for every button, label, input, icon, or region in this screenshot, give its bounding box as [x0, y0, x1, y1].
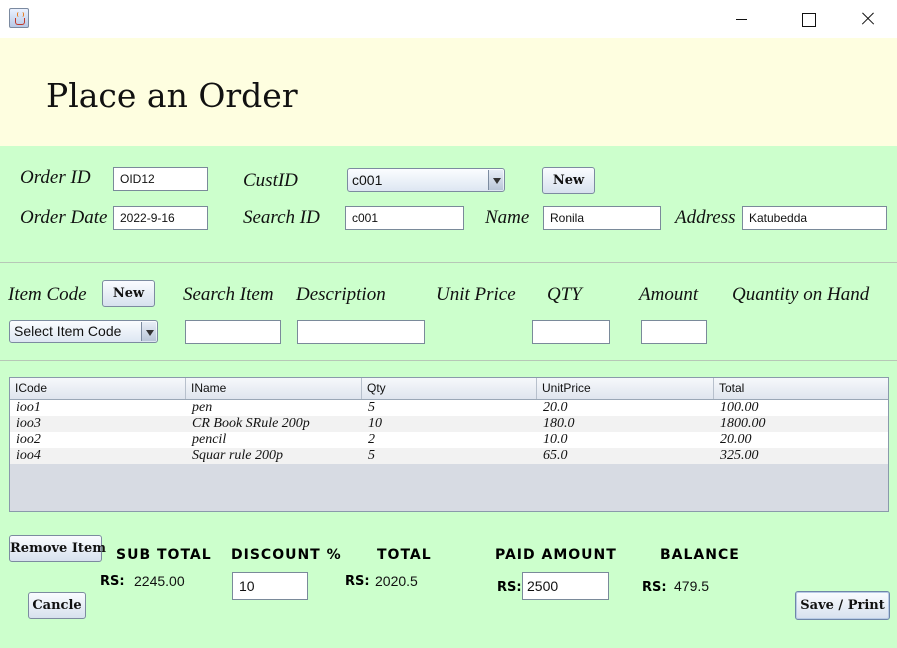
chevron-down-icon[interactable]: [141, 322, 156, 341]
cell-total: 100.00: [720, 400, 759, 415]
address-field[interactable]: Katubedda: [742, 206, 887, 230]
close-button[interactable]: [844, 0, 890, 38]
search-id-label: Search ID: [243, 207, 320, 228]
cell-unitprice: 65.0: [543, 448, 568, 463]
cell-iname: pen: [192, 400, 213, 415]
save-print-button[interactable]: Save / Print: [795, 591, 890, 620]
cell-total: 1800.00: [720, 416, 766, 431]
qty-label: QTY: [547, 284, 582, 305]
cell-unitprice: 180.0: [543, 416, 575, 431]
order-id-label: Order ID: [20, 167, 91, 188]
cell-total: 325.00: [720, 448, 759, 463]
java-cup-icon: [9, 8, 29, 28]
cell-iname: Squar rule 200p: [192, 448, 283, 463]
maximize-button[interactable]: [785, 0, 831, 38]
remove-item-button[interactable]: Remove Item: [9, 535, 106, 562]
name-field[interactable]: Ronila: [543, 206, 661, 230]
table-row[interactable]: ioo1 pen 5 20.0 100.00: [10, 400, 888, 416]
table-header: ICode IName Qty UnitPrice Total: [10, 378, 888, 400]
column-header-qty[interactable]: Qty: [362, 378, 537, 399]
column-header-icode[interactable]: ICode: [10, 378, 186, 399]
amount-label: Amount: [639, 284, 699, 305]
cell-unitprice: 20.0: [543, 400, 568, 415]
column-header-iname[interactable]: IName: [186, 378, 362, 399]
cell-qty: 10: [368, 416, 382, 431]
balance-label: BALANCE: [660, 547, 740, 563]
sub-total-value: 2245.00: [134, 573, 185, 589]
column-header-unitprice[interactable]: UnitPrice: [537, 378, 714, 399]
table-row[interactable]: ioo3 CR Book SRule 200p 10 180.0 1800.00: [10, 416, 888, 432]
cell-iname: pencil: [192, 432, 227, 447]
qty-field[interactable]: [532, 320, 610, 344]
paid-amount-currency: RS:: [497, 580, 522, 595]
balance-value: 479.5: [674, 578, 710, 594]
balance-currency: RS:: [642, 580, 667, 595]
item-code-selected: Select Item Code: [14, 323, 122, 339]
order-id-field[interactable]: OID12: [113, 167, 208, 191]
item-code-combo[interactable]: Select Item Code: [9, 320, 158, 343]
cell-total: 20.00: [720, 432, 752, 447]
paid-amount-label: PAID AMOUNT: [495, 547, 617, 563]
cell-icode: ioo2: [16, 432, 41, 447]
discount-field[interactable]: 10: [232, 572, 308, 600]
order-items-table[interactable]: ICode IName Qty UnitPrice Total ioo1 pen…: [9, 377, 889, 512]
cell-icode: ioo4: [16, 448, 41, 463]
name-label: Name: [485, 207, 530, 228]
paid-amount-field[interactable]: 2500: [522, 572, 609, 600]
description-label: Description: [296, 284, 386, 305]
sub-total-label: SUB TOTAL: [116, 547, 212, 563]
discount-label: DISCOUNT %: [231, 547, 342, 563]
divider: [0, 360, 897, 361]
cell-icode: ioo1: [16, 400, 41, 415]
column-header-total[interactable]: Total: [714, 378, 888, 399]
search-item-field[interactable]: [185, 320, 281, 344]
cell-qty: 5: [368, 448, 375, 463]
cust-id-selected: c001: [352, 172, 383, 188]
unit-price-label: Unit Price: [436, 284, 516, 305]
new-customer-button[interactable]: New: [542, 167, 595, 194]
cancel-button[interactable]: Cancle: [28, 592, 86, 619]
minimize-button[interactable]: [718, 0, 764, 38]
cust-id-combo[interactable]: c001: [347, 168, 505, 192]
cell-qty: 2: [368, 432, 375, 447]
chevron-down-icon[interactable]: [488, 170, 503, 190]
item-code-label: Item Code: [8, 284, 87, 305]
address-label: Address: [675, 207, 736, 228]
total-currency: RS:: [345, 574, 370, 589]
amount-field[interactable]: [641, 320, 707, 344]
table-row[interactable]: ioo4 Squar rule 200p 5 65.0 325.00: [10, 448, 888, 464]
cust-id-label: CustID: [243, 170, 298, 191]
divider: [0, 262, 897, 263]
cell-qty: 5: [368, 400, 375, 415]
new-item-button[interactable]: New: [102, 280, 155, 307]
page-title: Place an Order: [46, 76, 298, 115]
order-date-label: Order Date: [20, 207, 108, 228]
cell-unitprice: 10.0: [543, 432, 568, 447]
quantity-on-hand-label: Quantity on Hand: [732, 284, 870, 305]
order-date-field[interactable]: 2022-9-16: [113, 206, 208, 230]
total-value: 2020.5: [375, 573, 418, 589]
description-field[interactable]: [297, 320, 425, 344]
cell-icode: ioo3: [16, 416, 41, 431]
search-item-label: Search Item: [183, 284, 274, 305]
sub-total-currency: RS:: [100, 574, 125, 589]
total-label: TOTAL: [377, 547, 432, 563]
search-id-field[interactable]: c001: [345, 206, 464, 230]
cell-iname: CR Book SRule 200p: [192, 416, 310, 431]
table-row[interactable]: ioo2 pencil 2 10.0 20.00: [10, 432, 888, 448]
